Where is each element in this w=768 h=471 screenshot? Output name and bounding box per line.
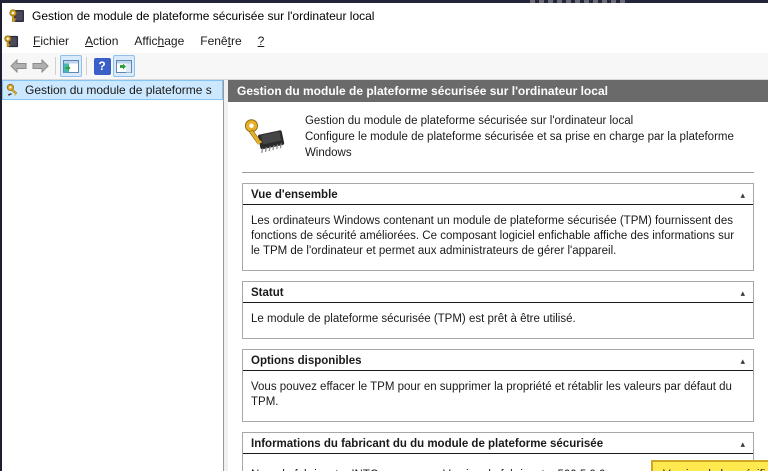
section-overview-body: Les ordinateurs Windows contenant un mod… bbox=[243, 205, 753, 270]
section-status-body: Le module de plateforme sécurisée (TPM) … bbox=[243, 303, 753, 338]
section-status-header: Statut ▴ bbox=[243, 282, 753, 303]
forward-button[interactable] bbox=[29, 55, 51, 77]
toolbar-separator bbox=[55, 57, 56, 75]
collapse-icon[interactable]: ▴ bbox=[740, 289, 745, 298]
menu-help[interactable]: ? bbox=[250, 31, 273, 51]
action-pane-icon bbox=[116, 60, 132, 73]
tpm-banner-text: Gestion du module de plateforme sécurisé… bbox=[305, 113, 752, 161]
banner-divider bbox=[242, 172, 754, 173]
spec-version-highlight: Version de la spécification : 2.0 bbox=[651, 460, 768, 471]
menu-bar: Fichier Action Affichage Fenêtre ? bbox=[2, 29, 768, 53]
window-title: Gestion de module de plateforme sécurisé… bbox=[32, 9, 374, 23]
toolbar-separator bbox=[86, 57, 87, 75]
menu-affichage[interactable]: Affichage bbox=[126, 31, 192, 51]
app-key-icon bbox=[9, 8, 25, 24]
section-options: Options disponibles ▴ Vous pouvez efface… bbox=[242, 349, 754, 422]
back-button[interactable] bbox=[7, 55, 29, 77]
section-options-title: Options disponibles bbox=[251, 355, 362, 367]
title-bar: Gestion de module de plateforme sécurisé… bbox=[2, 3, 768, 29]
section-overview-title: Vue d'ensemble bbox=[251, 189, 338, 201]
content-pane: Gestion du module de plateforme sécurisé… bbox=[228, 80, 768, 471]
show-action-pane-button[interactable] bbox=[113, 55, 135, 77]
console-tree-icon bbox=[63, 60, 79, 73]
console-tree-pane: Gestion du module de plateforme s bbox=[2, 80, 224, 471]
menu-fichier[interactable]: Fichier bbox=[25, 31, 77, 51]
menu-action[interactable]: Action bbox=[77, 31, 126, 51]
collapse-icon[interactable]: ▴ bbox=[740, 357, 745, 366]
help-button[interactable]: ? bbox=[91, 55, 113, 77]
section-manufacturer-title: Informations du fabricant du du module d… bbox=[251, 438, 603, 450]
section-status-title: Statut bbox=[251, 287, 284, 299]
console-key-icon bbox=[4, 34, 19, 49]
tpm-management-window: Gestion de module de plateforme sécurisé… bbox=[0, 3, 768, 471]
banner-line1: Gestion du module de plateforme sécurisé… bbox=[305, 113, 752, 129]
menu-fenetre[interactable]: Fenêtre bbox=[192, 31, 249, 51]
screen-top-edge bbox=[0, 0, 768, 3]
forward-arrow-icon bbox=[32, 59, 49, 73]
top-edge-artifact bbox=[530, 0, 625, 3]
toolbar: ? bbox=[2, 53, 768, 80]
tpm-key-chip-icon bbox=[244, 116, 287, 158]
section-status: Statut ▴ Le module de plateforme sécuris… bbox=[242, 281, 754, 339]
help-icon: ? bbox=[94, 58, 111, 75]
back-arrow-icon bbox=[10, 59, 27, 73]
banner-line2: Configure le module de plateforme sécuri… bbox=[305, 129, 752, 161]
section-overview-header: Vue d'ensemble ▴ bbox=[243, 184, 753, 205]
tpm-banner: Gestion du module de plateforme sécurisé… bbox=[242, 102, 754, 172]
content-pane-header: Gestion du module de plateforme sécurisé… bbox=[228, 80, 768, 102]
section-options-body: Vous pouvez effacer le TPM pour en suppr… bbox=[243, 371, 753, 421]
show-console-tree-button[interactable] bbox=[60, 55, 82, 77]
section-manufacturer: Informations du fabricant du du module d… bbox=[242, 432, 754, 471]
section-overview: Vue d'ensemble ▴ Les ordinateurs Windows… bbox=[242, 183, 754, 271]
section-options-header: Options disponibles ▴ bbox=[243, 350, 753, 371]
tree-item-tpm-management[interactable]: Gestion du module de plateforme s bbox=[2, 80, 223, 100]
collapse-icon[interactable]: ▴ bbox=[740, 191, 745, 200]
tpm-key-icon bbox=[6, 83, 20, 97]
console-panes: Gestion du module de plateforme s Gestio… bbox=[2, 80, 768, 471]
section-manufacturer-header: Informations du fabricant du du module d… bbox=[243, 433, 753, 454]
manufacturer-info-row: Nom du fabricant : INTC Version du fabri… bbox=[243, 454, 753, 471]
content-pane-title: Gestion du module de plateforme sécurisé… bbox=[237, 84, 608, 98]
collapse-icon[interactable]: ▴ bbox=[740, 440, 745, 449]
tree-item-label: Gestion du module de plateforme s bbox=[25, 83, 212, 97]
tpm-content: Gestion du module de plateforme sécurisé… bbox=[228, 102, 768, 471]
